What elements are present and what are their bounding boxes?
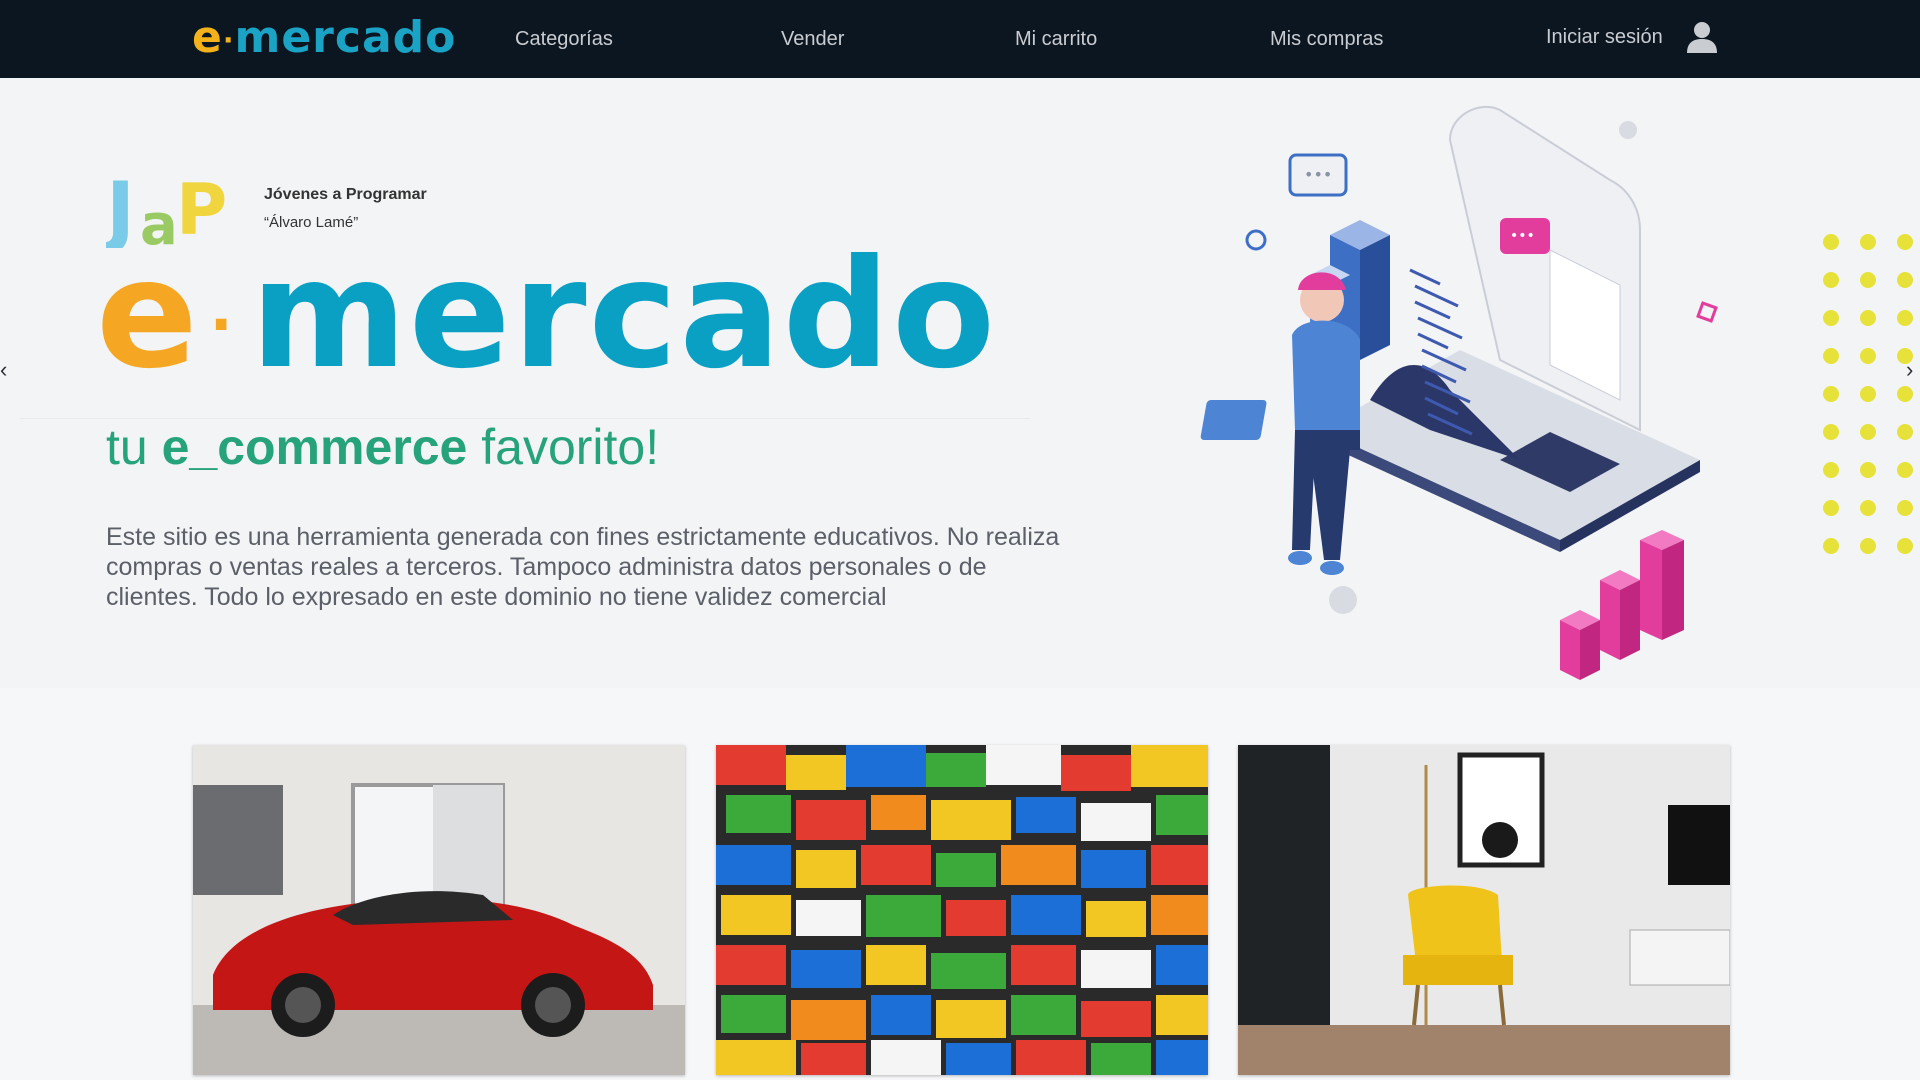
category-card-juguetes[interactable] — [716, 745, 1208, 1075]
category-card-autos[interactable] — [193, 745, 685, 1075]
hero-disclaimer: Este sitio es una herramienta generada c… — [106, 523, 1060, 611]
nav-link-mi-carrito[interactable]: Mi carrito — [1015, 28, 1097, 51]
navbar-brand-text: mercado — [234, 12, 457, 63]
toy-bricks-image — [716, 745, 1208, 1075]
yellow-dots-pattern — [1823, 234, 1913, 554]
navbar-brand-e: e — [192, 12, 223, 63]
hero-tagline: tu e_commerce favorito! — [106, 418, 659, 476]
category-card-muebles[interactable] — [1238, 745, 1730, 1075]
hero-tagline-post: favorito! — [467, 419, 660, 475]
hero-brand-logo: e · mercado — [96, 240, 997, 390]
carousel-prev-button[interactable]: ‹ — [0, 358, 14, 382]
login-link[interactable]: Iniciar sesión — [1546, 26, 1663, 49]
navbar: e·mercado Categorías Vender Mi carrito M… — [0, 0, 1920, 78]
yellow-armchair-living-room-image — [1238, 745, 1730, 1075]
nav-link-categorias[interactable]: Categorías — [515, 28, 613, 51]
hero-brand-dot: · — [209, 289, 235, 360]
nav-link-mis-compras[interactable]: Mis compras — [1270, 28, 1383, 51]
hero-tagline-pre: tu — [106, 419, 162, 475]
user-icon[interactable] — [1685, 20, 1719, 54]
red-sports-car-image — [193, 745, 685, 1075]
hero-brand-e: e — [96, 228, 200, 402]
nav-link-vender[interactable]: Vender — [781, 28, 844, 51]
navbar-brand-dot: · — [222, 23, 235, 57]
jap-title: Jóvenes a Programar — [264, 186, 427, 203]
svg-text:•••: ••• — [1510, 228, 1535, 244]
developer-laptop-illustration: ••• ••• — [1200, 105, 1718, 680]
navbar-brand-logo[interactable]: e·mercado — [192, 12, 456, 63]
svg-text:•••: ••• — [1304, 165, 1332, 184]
hero-brand-text: mercado — [250, 228, 998, 402]
hero-tagline-bold: e_commerce — [161, 419, 468, 475]
